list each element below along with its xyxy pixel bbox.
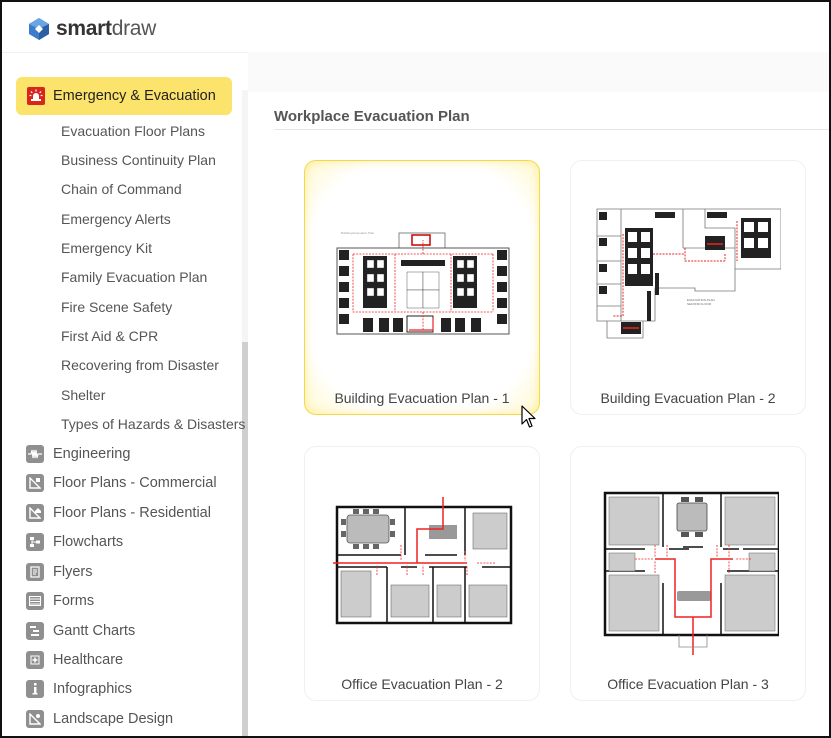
svg-text:SECOND FLOOR: SECOND FLOOR [687,302,712,306]
sidebar-subitem-evacuation-floor-plans[interactable]: Evacuation Floor Plans [61,123,205,139]
sidebar-category-label: Floor Plans - Commercial [53,475,217,491]
floorplan-thumbnail [333,497,513,625]
template-card-office-evacuation-plan-3[interactable]: Office Evacuation Plan - 3 [570,446,806,701]
sidebar-category-label: Landscape Design [53,711,174,727]
sidebar-category-label: Gantt Charts [53,623,136,639]
sidebar-category-engineering[interactable]: Engineering [26,445,130,463]
template-caption: Building Evacuation Plan - 2 [600,390,776,406]
sidebar-subitem-first-aid-cpr[interactable]: First Aid & CPR [61,328,158,344]
svg-text:Building Evacuation Plan: Building Evacuation Plan [341,231,375,235]
floorplan-residential-icon [26,504,44,522]
sidebar-category-label: Flyers [53,564,93,580]
floorplan-thumbnail: EVACUATION PLAN SECOND FLOOR [596,208,781,339]
floorplan-commercial-icon [26,474,44,492]
plus-icon [26,651,44,669]
landscape-icon [26,710,44,728]
flowchart-icon [26,533,44,551]
section-divider [274,129,829,130]
sidebar-category-forms[interactable]: Forms [26,592,94,610]
sidebar-category-floor-plans-commercial[interactable]: Floor Plans - Commercial [26,474,217,492]
sidebar-category-label: Infographics [53,681,132,697]
sidebar-subitem-emergency-alerts[interactable]: Emergency Alerts [61,211,171,227]
sidebar-category-floor-plans-residential[interactable]: Floor Plans - Residential [26,504,211,522]
sidebar-subitem-shelter[interactable]: Shelter [61,387,105,403]
flyer-icon [26,563,44,581]
sidebar-category-infographics[interactable]: Infographics [26,680,132,698]
sidebar-category-healthcare[interactable]: Healthcare [26,651,123,669]
logo-wordmark-bold: smart [56,17,112,40]
main-header-bar [248,52,829,92]
sidebar-category-label: Engineering [53,446,131,462]
sidebar-category-label: Healthcare [53,652,124,668]
smartdraw-logo-icon [29,18,49,40]
siren-icon [27,87,45,105]
sidebar-category-landscape-design[interactable]: Landscape Design [26,710,173,728]
form-icon [26,592,44,610]
waveform-icon [26,445,44,463]
sidebar-category-label: Flowcharts [53,534,124,550]
app-window: smartdraw Emergency & Evacuation Evacuat… [0,0,831,738]
sidebar-subitem-family-evacuation-plan[interactable]: Family Evacuation Plan [61,269,207,285]
sidebar-category-flyers[interactable]: Flyers [26,563,92,581]
logo-wordmark-light: draw [111,17,157,40]
sidebar-category-gantt-charts[interactable]: Gantt Charts [26,622,135,640]
sidebar-category-label: Forms [53,593,95,609]
template-caption: Building Evacuation Plan - 1 [334,390,510,406]
sidebar-category-label: Floor Plans - Residential [53,505,211,521]
template-caption: Office Evacuation Plan - 2 [341,676,503,692]
sidebar-subitem-recovering-from-disaster[interactable]: Recovering from Disaster [61,357,219,373]
template-card-building-evacuation-plan-2[interactable]: EVACUATION PLAN SECOND FLOOR Building Ev… [570,160,806,415]
gantt-icon [26,622,44,640]
template-card-office-evacuation-plan-2[interactable]: Office Evacuation Plan - 2 [304,446,540,701]
sidebar-subitem-chain-of-command[interactable]: Chain of Command [61,181,182,197]
sidebar-category-label: Emergency & Evacuation [53,88,216,104]
sidebar-subitem-fire-scene-safety[interactable]: Fire Scene Safety [61,299,172,315]
section-title: Workplace Evacuation Plan [274,108,470,125]
logo-wordmark: smartdraw [56,17,156,41]
template-caption: Office Evacuation Plan - 3 [607,676,769,692]
floorplan-thumbnail: Building Evacuation Plan [336,231,510,335]
sidebar-subitem-types-of-hazards[interactable]: Types of Hazards & Disasters [61,416,245,432]
top-bar: smartdraw [2,2,829,52]
floorplan-thumbnail [603,491,779,655]
sidebar-category-emergency-evacuation[interactable]: Emergency & Evacuation [16,77,232,115]
template-card-building-evacuation-plan-1[interactable]: Building Evacuation Plan Building Evacua… [304,160,540,415]
smartdraw-logo[interactable]: smartdraw [28,17,156,41]
sidebar-subitem-emergency-kit[interactable]: Emergency Kit [61,240,152,256]
info-icon [26,680,44,698]
sidebar-category-flowcharts[interactable]: Flowcharts [26,533,123,551]
mouse-cursor-icon [521,405,536,428]
sidebar-subitem-business-continuity-plan[interactable]: Business Continuity Plan [61,152,216,168]
